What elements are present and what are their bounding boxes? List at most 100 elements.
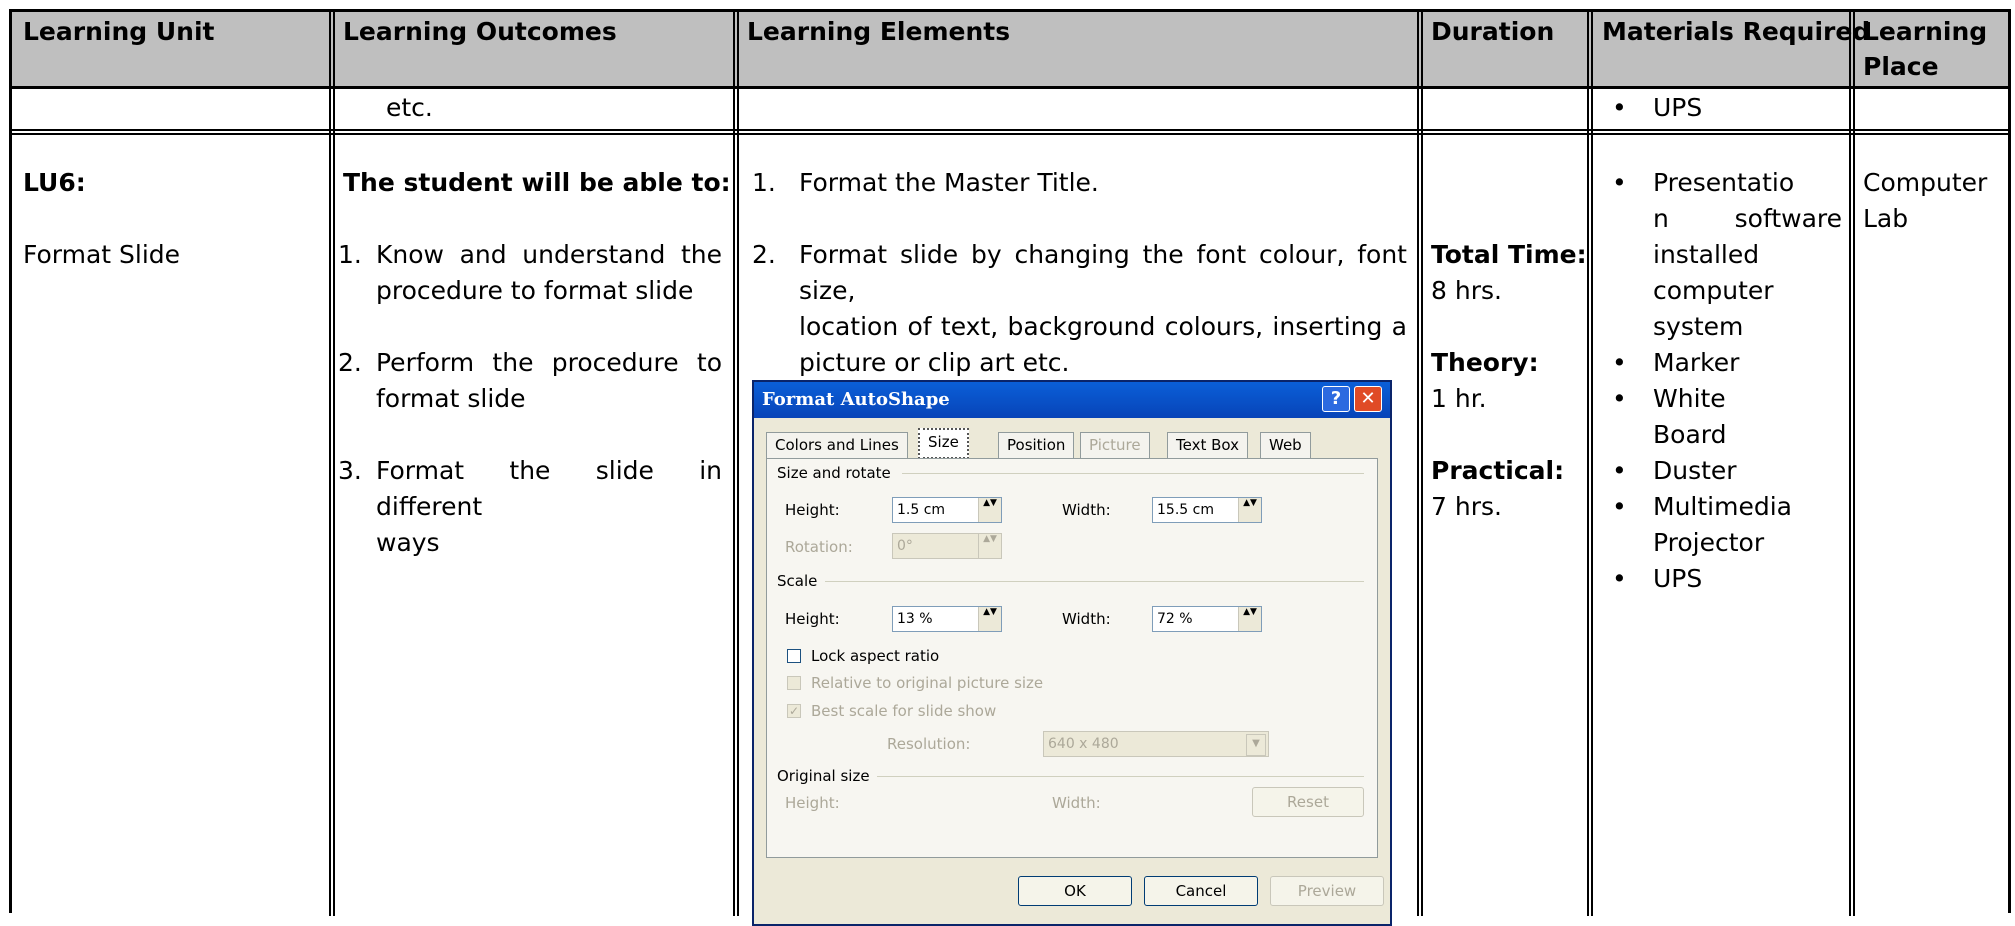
tab-picture[interactable]: Picture [1080, 432, 1150, 458]
close-button[interactable]: ✕ [1354, 386, 1382, 412]
element-line: picture or clip art etc. [799, 348, 1070, 377]
material-item: UPS [1602, 90, 1702, 126]
rotation-label: Rotation: [785, 538, 853, 556]
group-divider [877, 776, 1364, 777]
material-line: n software [1653, 204, 1842, 233]
header-learning-outcomes: Learning Outcomes [343, 17, 617, 46]
material-line: White [1653, 384, 1726, 413]
outcome-line: procedure to format slide [376, 276, 694, 305]
col-divider [1421, 12, 1423, 916]
tab-colors-and-lines[interactable]: Colors and Lines [766, 432, 908, 458]
resolution-value: 640 x 480 [1048, 736, 1119, 752]
material-item: Multimedia Projector [1602, 489, 1842, 561]
outcomes-continuation: etc. [386, 93, 433, 122]
tab-web[interactable]: Web [1260, 432, 1311, 458]
resolution-select[interactable]: 640 x 480 ▼ [1043, 731, 1269, 757]
header-duration: Duration [1431, 17, 1555, 46]
ok-button[interactable]: OK [1018, 876, 1132, 906]
materials-list: Presentatio n software installed compute… [1602, 165, 1842, 597]
document-page: Learning Unit Learning Outcomes Learning… [9, 9, 2011, 926]
unit-code: LU6: [23, 168, 86, 197]
outcome-item-1: 1. Know and understand the procedure to … [326, 237, 722, 309]
tab-text-box[interactable]: Text Box [1167, 432, 1248, 458]
header-learning-place: Learning Place [1863, 14, 1987, 85]
col-divider [1849, 12, 1851, 916]
element-line: Format the Master Title. [799, 168, 1099, 197]
outcome-number: 2. [338, 348, 362, 377]
outcome-item-2: 2. Perform the procedure to format slide [326, 345, 722, 417]
cancel-button[interactable]: Cancel [1144, 876, 1258, 906]
element-item-1: 1. Format the Master Title. [752, 165, 1407, 201]
material-line: Projector [1653, 528, 1765, 557]
group-divider [825, 581, 1364, 582]
resolution-label: Resolution: [887, 735, 971, 753]
best-scale-label: Best scale for slide show [811, 702, 997, 720]
best-scale-checkbox[interactable]: ✓ [787, 704, 801, 718]
help-button[interactable]: ? [1322, 386, 1350, 412]
outcome-line: Perform the procedure to [376, 348, 722, 377]
size-height-stepper[interactable]: 1.5 cm ▲▼ [892, 497, 1002, 523]
col-divider [1853, 12, 1855, 916]
col-divider [1417, 12, 1419, 916]
tab-position[interactable]: Position [998, 432, 1075, 458]
scale-width-label: Width: [1062, 610, 1111, 628]
theory-value: 1 hr. [1431, 384, 1487, 413]
relative-original-checkbox[interactable] [787, 676, 801, 690]
width-label: Width: [1062, 501, 1111, 519]
header-learning-unit: Learning Unit [23, 17, 215, 46]
element-number: 1. [752, 168, 776, 197]
scale-height-label: Height: [785, 610, 840, 628]
outcome-item-3: 3. Format the slide in different ways [326, 453, 722, 561]
outcome-line: Know and understand the [376, 240, 722, 269]
material-line: Presentatio [1653, 168, 1795, 197]
spin-arrows-icon[interactable]: ▲▼ [978, 607, 1001, 631]
col-divider [1591, 12, 1593, 916]
preview-button[interactable]: Preview [1270, 876, 1384, 906]
original-size-group-label: Original size [777, 767, 870, 785]
material-line: computer [1653, 276, 1774, 305]
material-line: Board [1653, 420, 1727, 449]
scale-group-label: Scale [777, 572, 818, 590]
dialog-title: Format AutoShape [762, 389, 950, 410]
reset-button[interactable]: Reset [1252, 787, 1364, 817]
original-height-label: Height: [785, 794, 840, 812]
header-learning-place-line2: Place [1863, 52, 1939, 81]
material-line: system [1653, 312, 1744, 341]
header-learning-place-line1: Learning [1863, 17, 1988, 46]
element-item-2: 2. Format slide by changing the font col… [752, 237, 1407, 381]
scale-height-stepper[interactable]: 13 % ▲▼ [892, 606, 1002, 632]
scale-width-stepper[interactable]: 72 % ▲▼ [1152, 606, 1262, 632]
material-item: Presentatio n software installed compute… [1602, 165, 1842, 345]
scale-width-value: 72 % [1157, 611, 1193, 627]
learning-place: Computer Lab [1863, 165, 1987, 237]
header-learning-elements: Learning Elements [747, 17, 1011, 46]
col-divider [733, 12, 735, 916]
size-width-value: 15.5 cm [1157, 502, 1214, 518]
col-divider [1587, 12, 1589, 916]
material-item: Duster [1602, 453, 1842, 489]
spin-arrows-icon[interactable]: ▲▼ [1238, 498, 1261, 522]
material-line: Multimedia [1653, 492, 1792, 521]
spin-arrows-icon[interactable]: ▲▼ [978, 534, 1001, 558]
material-line: UPS [1653, 564, 1703, 593]
unit-name: Format Slide [23, 240, 181, 269]
spin-arrows-icon[interactable]: ▲▼ [978, 498, 1001, 522]
size-width-stepper[interactable]: 15.5 cm ▲▼ [1152, 497, 1262, 523]
format-autoshape-dialog: Format AutoShape ? ✕ Colors and Lines Si… [752, 380, 1392, 926]
lock-aspect-checkbox[interactable] [787, 649, 801, 663]
group-divider [902, 473, 1364, 474]
learning-place-line1: Computer [1863, 168, 1988, 197]
element-line: Format slide by changing the font colour… [799, 240, 1407, 305]
tab-size[interactable]: Size [918, 428, 969, 459]
practical-label: Practical: [1431, 456, 1565, 485]
spin-arrows-icon[interactable]: ▲▼ [1238, 607, 1261, 631]
duration-block: Total Time: 8 hrs. Theory: 1 hr. Practic… [1431, 237, 1587, 525]
outcome-line: Format the slide in different [376, 456, 722, 521]
row-divider-top [12, 129, 2008, 131]
outcome-line: format slide [376, 384, 526, 413]
outcomes-intro: The student will be able to: [343, 168, 731, 197]
outcome-line: ways [376, 528, 440, 557]
rotation-value: 0° [897, 538, 913, 554]
scale-height-value: 13 % [897, 611, 933, 627]
rotation-stepper[interactable]: 0° ▲▼ [892, 533, 1002, 559]
